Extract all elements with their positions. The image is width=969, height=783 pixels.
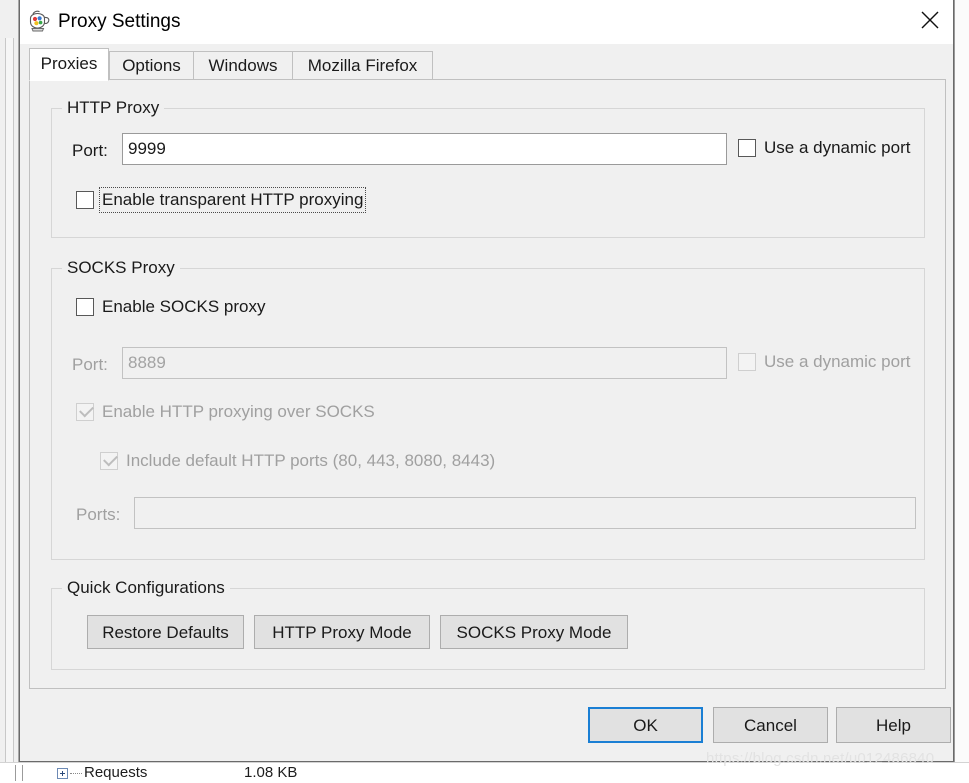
watermark-text: https://blog.csdn.net/u012486840 — [706, 750, 935, 767]
http-dynamic-port-label: Use a dynamic port — [764, 138, 911, 157]
check-icon — [103, 451, 118, 467]
include-default-http-ports-label: Include default HTTP ports (80, 443, 808… — [126, 451, 496, 470]
proxies-tab-panel: HTTP Proxy Port: Use a dynamic port Enab… — [29, 79, 946, 689]
socks-dynamic-port-label: Use a dynamic port — [764, 352, 911, 371]
socks-dynamic-port-checkbox: Use a dynamic port — [738, 352, 910, 372]
checkbox-box — [76, 402, 94, 421]
background-row-size: 1.08 KB — [244, 764, 298, 781]
socks-proxy-group-title: SOCKS Proxy — [62, 258, 180, 278]
enable-socks-proxy-label: Enable SOCKS proxy — [102, 297, 266, 316]
http-dynamic-port-checkbox[interactable]: Use a dynamic port — [738, 138, 910, 158]
fiddler-teapot-icon — [26, 9, 52, 35]
ok-button[interactable]: OK — [588, 707, 703, 743]
tab-strip: Proxies Options Windows Mozilla Firefox — [29, 48, 946, 81]
tab-options[interactable]: Options — [109, 51, 194, 80]
transparent-http-proxying-checkbox[interactable]: Enable transparent HTTP proxying — [76, 187, 367, 213]
dialog-titlebar: Proxy Settings — [20, 0, 953, 44]
socks-port-input[interactable] — [122, 347, 727, 379]
cancel-button[interactable]: Cancel — [713, 707, 828, 743]
restore-defaults-button[interactable]: Restore Defaults — [87, 615, 244, 649]
http-proxying-over-socks-label: Enable HTTP proxying over SOCKS — [102, 402, 375, 421]
close-icon[interactable] — [907, 0, 953, 32]
include-default-http-ports-checkbox: Include default HTTP ports (80, 443, 808… — [100, 451, 495, 471]
checkbox-box — [100, 451, 118, 470]
socks-ports-label: Ports: — [76, 505, 121, 524]
http-proxy-mode-button[interactable]: HTTP Proxy Mode — [254, 615, 430, 649]
plus-box-icon[interactable] — [57, 768, 68, 779]
checkbox-box — [738, 353, 756, 371]
http-port-input[interactable] — [122, 133, 727, 165]
socks-proxy-group: SOCKS Proxy Enable SOCKS proxy Port: Use… — [51, 258, 925, 560]
http-port-label: Port: — [72, 141, 108, 160]
socks-ports-input[interactable] — [134, 497, 916, 529]
background-splitter-grip[interactable] — [15, 765, 23, 781]
socks-port-label: Port: — [72, 355, 108, 374]
checkbox-box — [76, 191, 94, 209]
socks-proxy-mode-button[interactable]: SOCKS Proxy Mode — [440, 615, 628, 649]
quick-configurations-group: Quick Configurations Restore Defaults HT… — [51, 578, 925, 670]
tab-windows[interactable]: Windows — [193, 51, 293, 80]
background-left-strip-inner — [5, 38, 14, 783]
check-icon — [79, 402, 94, 418]
tree-connector-line — [70, 773, 82, 775]
checkbox-box — [76, 298, 94, 316]
quick-configurations-group-title: Quick Configurations — [62, 578, 230, 598]
enable-socks-proxy-checkbox[interactable]: Enable SOCKS proxy — [76, 297, 265, 317]
dialog-title: Proxy Settings — [58, 11, 181, 32]
background-left-strip — [0, 0, 19, 783]
transparent-http-proxying-label: Enable transparent HTTP proxying — [98, 187, 367, 213]
tab-mozilla-firefox[interactable]: Mozilla Firefox — [292, 51, 433, 80]
tab-proxies[interactable]: Proxies — [29, 48, 109, 81]
http-proxying-over-socks-checkbox: Enable HTTP proxying over SOCKS — [76, 402, 375, 422]
proxy-settings-dialog: Proxy Settings Proxies Options Windows M… — [19, 0, 954, 762]
http-proxy-group-title: HTTP Proxy — [62, 98, 165, 118]
http-proxy-group: HTTP Proxy Port: Use a dynamic port Enab… — [51, 98, 925, 238]
background-right-panel — [954, 0, 969, 783]
help-button[interactable]: Help — [836, 707, 951, 743]
background-row-label: Requests — [84, 764, 148, 781]
checkbox-box — [738, 139, 756, 157]
